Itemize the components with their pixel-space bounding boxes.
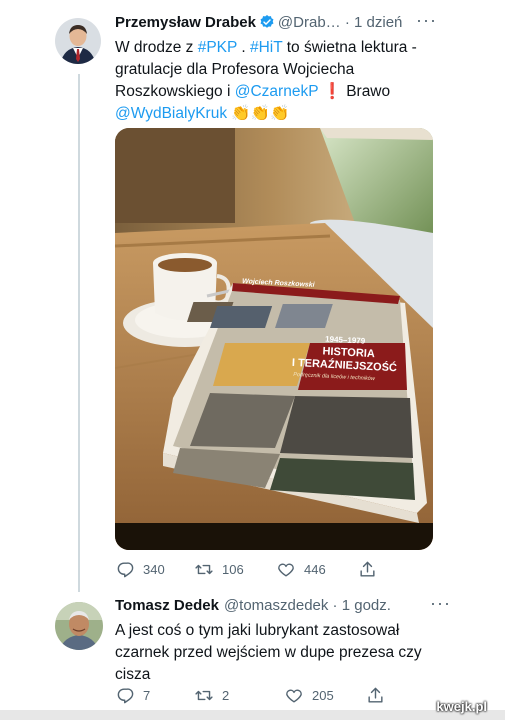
avatar-drabek-image — [55, 18, 101, 64]
mention-wydbialykruk[interactable]: @WydBialyKruk — [115, 105, 227, 122]
reply-button[interactable]: 340 — [116, 560, 194, 579]
share-button[interactable] — [358, 560, 377, 579]
avatar-drabek[interactable] — [55, 18, 101, 64]
tweet2-line: A jest coś o tym jaki lubrykant zastosow… — [115, 622, 400, 639]
mention-czarnekp[interactable]: @CzarnekP — [235, 83, 319, 100]
tweet1-line4: @WydBialyKruk 👏👏👏 — [115, 103, 455, 125]
site-watermark: kwejk.pl — [436, 699, 487, 714]
exclamation-emoji: ❗ — [318, 83, 347, 100]
tweet2-line: cisza — [115, 666, 151, 683]
hashtag-pkp[interactable]: #PKP — [198, 39, 237, 56]
tweet1-line3: Roszkowskiego i @CzarnekP ❗ Brawo — [115, 81, 455, 103]
like-count: 205 — [312, 688, 334, 703]
more-options-icon[interactable]: ··· — [416, 10, 437, 31]
share-button[interactable] — [366, 686, 385, 705]
book-years: 1945–1979 — [324, 334, 366, 346]
clapping-hands-emoji: 👏👏👏 — [227, 105, 290, 122]
tweet2-line: czarnek przed wejściem w dupe prezesa cz… — [115, 644, 422, 661]
avatar-dedek-image — [55, 602, 103, 650]
text-segment: Roszkowskiego i — [115, 83, 235, 100]
avatar-dedek[interactable] — [55, 602, 103, 650]
bottom-fade-strip — [0, 710, 505, 720]
tweet-drabek[interactable]: Przemysław Drabek @Drab… · 1 dzień ··· W … — [0, 0, 505, 590]
header-separator: · — [328, 597, 342, 614]
tweet1-actions: 340 106 446 — [116, 560, 377, 579]
retweet-icon — [195, 564, 213, 575]
tweet1-line2: gratulacje dla Profesora Wojciecha — [115, 61, 355, 78]
retweet-button[interactable]: 2 — [194, 686, 284, 705]
text-segment: . — [237, 39, 250, 56]
tweet2-text: A jest coś o tym jaki lubrykant zastosow… — [115, 620, 465, 686]
hashtag-hit[interactable]: #HiT — [250, 39, 282, 56]
author-name[interactable]: Tomasz Dedek — [115, 597, 219, 614]
reply-count: 340 — [143, 562, 165, 577]
reply-icon — [117, 562, 134, 578]
tweet2-header: Tomasz Dedek @tomaszdedek · 1 godz. — [115, 597, 391, 614]
text-segment: Brawo — [346, 83, 391, 100]
book-cover-text: Wojciech Roszkowski 1945–1979 HISTORIA I… — [222, 277, 408, 406]
share-icon — [368, 687, 383, 703]
author-handle[interactable]: @Drab… — [278, 14, 341, 31]
tweet-dedek[interactable]: Tomasz Dedek @tomaszdedek · 1 godz. ··· A… — [0, 590, 505, 720]
tweet-time[interactable]: 1 godz. — [342, 597, 391, 614]
header-separator: · — [340, 14, 355, 31]
like-button[interactable]: 446 — [276, 560, 358, 579]
reply-icon — [117, 688, 134, 704]
text-segment: W drodze z — [115, 39, 198, 56]
like-count: 446 — [304, 562, 326, 577]
tweet2-actions: 7 2 205 — [116, 686, 385, 705]
like-button[interactable]: 205 — [284, 686, 366, 705]
retweet-button[interactable]: 106 — [194, 560, 276, 579]
heart-icon — [286, 689, 302, 703]
author-name[interactable]: Przemysław Drabek — [115, 14, 256, 31]
tweet-time[interactable]: 1 dzień — [354, 14, 402, 31]
verified-badge-icon — [259, 14, 275, 34]
reply-count: 7 — [143, 688, 151, 703]
retweet-count: 106 — [222, 562, 244, 577]
retweet-icon — [195, 690, 213, 701]
retweet-count: 2 — [222, 688, 230, 703]
heart-icon — [278, 563, 294, 577]
tweet1-text: W drodze z #PKP . #HiT to świetna lektur… — [115, 37, 455, 125]
book-subtitle: Podręcznik dla liceów i techników — [293, 371, 375, 383]
tweet1-line1: W drodze z #PKP . #HiT to świetna lektur… — [115, 37, 455, 59]
more-options-icon[interactable]: ··· — [430, 593, 451, 614]
tweet1-header: Przemysław Drabek @Drab… · 1 dzień — [115, 14, 402, 34]
share-icon — [360, 561, 375, 577]
reply-button[interactable]: 7 — [116, 686, 194, 705]
author-handle[interactable]: @tomaszdedek — [224, 597, 328, 614]
text-segment: to świetna lektura - — [282, 39, 417, 56]
